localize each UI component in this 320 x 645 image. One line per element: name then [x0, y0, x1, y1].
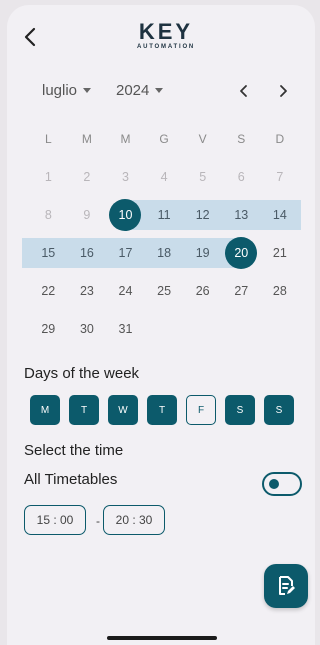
calendar-day[interactable]: 20: [222, 234, 261, 272]
weekday-label: D: [275, 132, 285, 146]
all-timetables-toggle[interactable]: [262, 472, 302, 496]
calendar-day[interactable]: 31: [106, 310, 145, 348]
day-toggle-button[interactable]: F: [186, 395, 216, 425]
days-of-week-selector: MTWTFSS: [30, 395, 303, 425]
year-label: 2024: [116, 82, 150, 99]
calendar-empty-cell: [145, 310, 184, 348]
days-of-week-title: Days of the week: [24, 365, 140, 382]
calendar-day[interactable]: 21: [261, 234, 300, 272]
caret-down-icon: [83, 88, 92, 93]
save-fab-button[interactable]: [264, 564, 308, 608]
day-toggle-button[interactable]: T: [147, 395, 177, 425]
weekday-label: G: [159, 132, 169, 146]
time-separator: -: [96, 514, 100, 528]
weekday-label: V: [198, 132, 207, 146]
back-button[interactable]: [21, 25, 41, 49]
calendar-week-row: 8 9 10 11 12 13 14: [29, 196, 307, 234]
chevron-right-icon: [280, 85, 287, 97]
select-time-title: Select the time: [24, 442, 124, 459]
toggle-knob: [269, 479, 279, 489]
calendar-empty-cell: [222, 310, 261, 348]
weekday-label: M: [120, 132, 131, 146]
calendar-day: 7: [276, 170, 284, 184]
calendar-day: 4: [160, 170, 168, 184]
next-month-button[interactable]: [275, 83, 291, 99]
calendar-day: 8: [44, 208, 52, 222]
range-start-day: 10: [109, 199, 142, 231]
calendar-week-row: 1 2 3 4 5 6 7: [29, 158, 307, 196]
day-toggle-button[interactable]: W: [108, 395, 138, 425]
calendar-day: 1: [44, 170, 52, 184]
all-timetables-label: All Timetables: [24, 471, 118, 488]
calendar-day[interactable]: 11: [145, 196, 184, 234]
calendar-day[interactable]: 23: [68, 272, 107, 310]
calendar-day[interactable]: 29: [29, 310, 68, 348]
weekday-header-row: LMMGVSD: [29, 120, 307, 158]
weekday-label: L: [44, 132, 52, 146]
end-time-input[interactable]: 20 : 30: [103, 505, 165, 535]
day-toggle-button[interactable]: S: [225, 395, 255, 425]
calendar-day: 2: [83, 170, 91, 184]
calendar-day[interactable]: 26: [183, 272, 222, 310]
home-indicator: [107, 636, 217, 640]
calendar-day: 5: [199, 170, 207, 184]
calendar-day[interactable]: 24: [106, 272, 145, 310]
day-toggle-button[interactable]: T: [69, 395, 99, 425]
calendar-day[interactable]: 28: [261, 272, 300, 310]
calendar-day[interactable]: 12: [183, 196, 222, 234]
prev-month-button[interactable]: [236, 83, 252, 99]
edit-document-icon: [279, 576, 295, 595]
chevron-left-icon: [24, 27, 36, 47]
calendar-day[interactable]: 19: [183, 234, 222, 272]
brand-logo: KEY AUTOMATION: [131, 19, 201, 51]
day-toggle-button[interactable]: M: [30, 395, 60, 425]
calendar-day[interactable]: 27: [222, 272, 261, 310]
range-end-day: 20: [225, 237, 258, 269]
calendar-empty-cell: [183, 310, 222, 348]
calendar-week-row: 22 23 24 25 26 27 28: [29, 272, 307, 310]
logo-text: KEY: [138, 19, 194, 44]
calendar-day: 3: [122, 170, 129, 184]
caret-down-icon: [155, 88, 164, 93]
chevron-left-icon: [240, 85, 247, 97]
calendar-day[interactable]: 15: [29, 234, 68, 272]
calendar-day[interactable]: 18: [145, 234, 184, 272]
calendar-day[interactable]: 22: [29, 272, 68, 310]
calendar-week-row: 29 30 31: [29, 310, 307, 348]
calendar-week-row: 15 16 17 18 19 20 21: [22, 234, 307, 272]
month-dropdown[interactable]: luglio: [42, 82, 92, 99]
calendar-day[interactable]: 16: [68, 234, 107, 272]
calendar-grid: L M M G V S D 1 2 3 4 5 6 7 8 9 10 11 12 13 14 15 16 17 18 19 20 21…: [22, 120, 307, 348]
logo-subtext: AUTOMATION: [136, 44, 196, 50]
calendar-day[interactable]: 10: [106, 196, 145, 234]
weekday-label: M: [81, 132, 92, 146]
calendar-empty-cell: [261, 310, 300, 348]
calendar-day: 6: [237, 170, 245, 184]
calendar-day[interactable]: 14: [261, 196, 300, 234]
year-dropdown[interactable]: 2024: [116, 82, 164, 99]
calendar-day: 9: [83, 208, 91, 222]
calendar-day[interactable]: 17: [106, 234, 145, 272]
calendar-day[interactable]: 13: [222, 196, 261, 234]
calendar-day[interactable]: 30: [68, 310, 107, 348]
weekday-label: S: [237, 132, 246, 146]
app-screen: KEY AUTOMATION luglio 2024 LMMGVSD123456…: [7, 5, 315, 645]
day-toggle-button[interactable]: S: [264, 395, 294, 425]
start-time-input[interactable]: 15 : 00: [24, 505, 86, 535]
calendar-day[interactable]: 25: [145, 272, 184, 310]
month-label: luglio: [42, 82, 78, 99]
